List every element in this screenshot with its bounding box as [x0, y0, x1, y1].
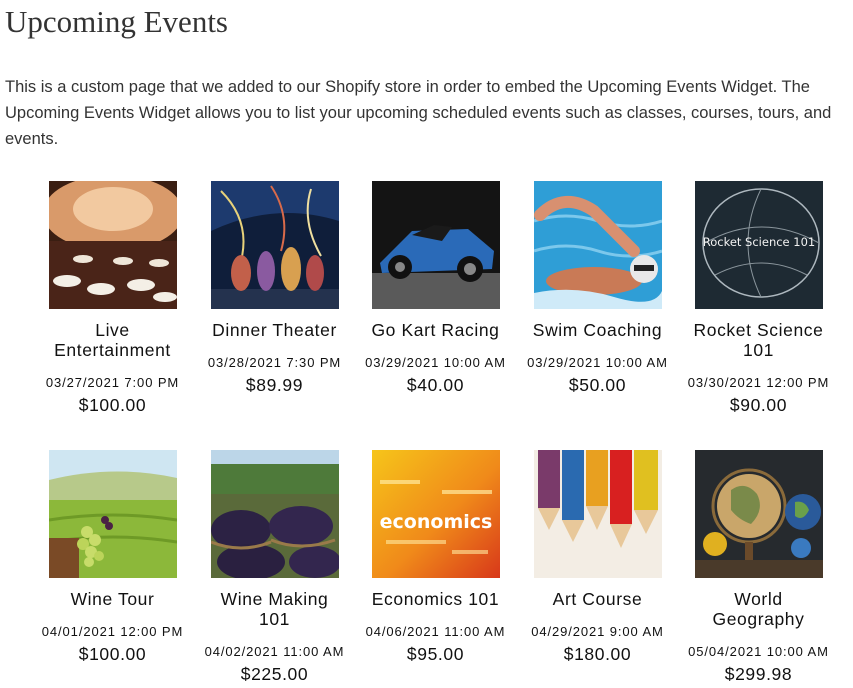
event-card[interactable]: Wine Tour 04/01/2021 12:00 PM $100.00 [32, 450, 193, 664]
event-date: 04/06/2021 11:00 AM [365, 624, 506, 639]
grape-baskets-image[interactable] [210, 450, 339, 578]
event-date: 03/30/2021 12:00 PM [687, 375, 830, 390]
event-title[interactable]: Swim Coaching [517, 320, 678, 340]
page-title: Upcoming Events [5, 4, 228, 39]
event-title[interactable]: Economics 101 [355, 589, 516, 609]
event-title[interactable]: Art Course [517, 589, 678, 609]
event-card[interactable]: Live Entertainment 03/27/2021 7:00 PM $1… [32, 181, 193, 415]
swimmer-image[interactable] [533, 181, 662, 309]
event-price: $100.00 [78, 395, 147, 415]
event-card[interactable]: World Geography 05/04/2021 10:00 AM $299… [678, 450, 839, 684]
event-date: 03/28/2021 7:30 PM [207, 355, 342, 370]
event-date: 04/01/2021 12:00 PM [41, 624, 184, 639]
event-title[interactable]: Dinner Theater [194, 320, 355, 340]
event-card[interactable]: Wine Making 101 04/02/2021 11:00 AM $225… [194, 450, 355, 684]
event-price: $100.00 [78, 644, 147, 664]
page-intro: This is a custom page that we added to o… [5, 78, 832, 148]
colored-pencils-image[interactable] [533, 450, 662, 578]
event-price: $225.00 [240, 664, 309, 684]
event-title[interactable]: Go Kart Racing [355, 320, 516, 340]
event-card[interactable]: Go Kart Racing 03/29/2021 10:00 AM $40.0… [355, 181, 516, 395]
chalkboard-text: Rocket Science 101 [702, 235, 815, 249]
event-date: 04/02/2021 11:00 AM [204, 644, 345, 659]
stage-performers-image[interactable] [210, 181, 339, 309]
event-price: $40.00 [406, 375, 465, 395]
globes-image[interactable] [694, 450, 823, 578]
event-title[interactable]: Live Entertainment [32, 320, 193, 360]
event-title[interactable]: Wine Making 101 [194, 589, 355, 629]
event-date: 03/27/2021 7:00 PM [45, 375, 180, 390]
word-cloud-text: economics [379, 511, 492, 533]
vineyard-grapes-image[interactable] [48, 450, 177, 578]
event-card[interactable]: Art Course 04/29/2021 9:00 AM $180.00 [517, 450, 678, 664]
event-title[interactable]: Rocket Science 101 [678, 320, 839, 360]
event-price: $95.00 [406, 644, 465, 664]
event-price: $89.99 [245, 375, 304, 395]
event-price: $299.98 [724, 664, 793, 684]
event-price: $90.00 [729, 395, 788, 415]
event-price: $180.00 [563, 644, 632, 664]
chalkboard-globe-image[interactable]: Rocket Science 101 [694, 181, 823, 309]
event-price: $50.00 [568, 375, 627, 395]
event-date: 05/04/2021 10:00 AM [688, 644, 829, 659]
event-card[interactable]: Swim Coaching 03/29/2021 10:00 AM $50.00 [517, 181, 678, 395]
event-card[interactable]: Dinner Theater 03/28/2021 7:30 PM $89.99 [194, 181, 355, 395]
event-title[interactable]: Wine Tour [32, 589, 193, 609]
banquet-hall-image[interactable] [48, 181, 177, 309]
event-title[interactable]: World Geography [678, 589, 839, 629]
event-date: 04/29/2021 9:00 AM [531, 624, 664, 639]
event-date: 03/29/2021 10:00 AM [365, 355, 506, 370]
event-date: 03/29/2021 10:00 AM [527, 355, 668, 370]
kart-car-image[interactable] [371, 181, 500, 309]
event-card[interactable]: Rocket Science 101 Rocket Science 101 03… [678, 181, 839, 415]
economics-word-cloud-image[interactable]: economics [371, 450, 500, 578]
event-card[interactable]: economics Economics 101 04/06/2021 11:00… [355, 450, 516, 664]
